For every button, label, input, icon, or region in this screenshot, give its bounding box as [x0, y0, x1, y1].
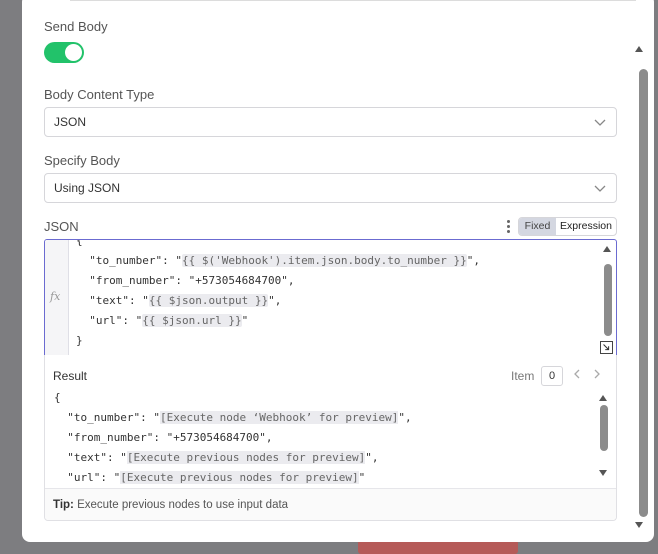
- result-line: "url": "[Execute previous nodes for prev…: [54, 471, 366, 484]
- result-title: Result: [53, 369, 88, 383]
- result-code: { "to_number": "[Execute node ‘Webhook’ …: [45, 391, 616, 487]
- code-line: "url": "{{ $json.url }}": [76, 314, 249, 327]
- code-line: {: [76, 239, 83, 247]
- preview-placeholder: [Execute previous nodes for preview]: [120, 471, 359, 484]
- tip-bar: Tip: Execute previous nodes to use input…: [45, 488, 616, 520]
- code-line: }: [76, 334, 83, 347]
- fx-icon: fx: [50, 290, 61, 303]
- scroll-thumb[interactable]: [604, 264, 612, 336]
- preview-placeholder: [Execute node ‘Webhook’ for preview]: [159, 411, 399, 424]
- body-content-type-label: Body Content Type: [44, 87, 155, 102]
- body-content-type-value: JSON: [54, 115, 87, 129]
- fixed-mode-button[interactable]: Fixed: [519, 218, 556, 235]
- mode-switch: Fixed Expression: [518, 217, 617, 236]
- scroll-down-icon[interactable]: [599, 470, 607, 476]
- result-line: {: [54, 391, 61, 404]
- result-line: "from_number": "+573054684700",: [54, 431, 273, 444]
- tip-text: Tip: Execute previous nodes to use input…: [53, 499, 289, 511]
- expression-token: {{ $json.url }}: [142, 314, 242, 327]
- expression-token: {{ $json.output }}: [148, 294, 269, 307]
- scroll-thumb[interactable]: [600, 405, 608, 451]
- code-line: "from_number": "+573054684700",: [76, 274, 295, 287]
- json-label: JSON: [44, 219, 79, 234]
- parameter-panel: Send Body Body Content Type JSON Specify…: [22, 0, 654, 542]
- item-index-input[interactable]: 0: [541, 366, 563, 386]
- body-content-type-select[interactable]: JSON: [44, 107, 617, 137]
- code-line: "text": "{{ $json.output }}",: [76, 294, 282, 307]
- send-body-toggle[interactable]: [44, 42, 84, 63]
- result-preview: Result Item 0 { "to_number": "[Execute n…: [44, 355, 617, 521]
- specify-body-value: Using JSON: [54, 181, 121, 195]
- vertical-dots-icon[interactable]: [505, 220, 513, 234]
- chevron-left-icon[interactable]: [571, 367, 583, 381]
- toggle-knob: [65, 44, 82, 61]
- item-label: Item: [511, 369, 535, 383]
- scroll-up-icon[interactable]: [603, 246, 611, 252]
- chevron-right-icon[interactable]: [591, 367, 603, 381]
- editor-gutter: fx: [45, 240, 69, 356]
- specify-body-label: Specify Body: [44, 153, 120, 168]
- chevron-down-icon: [594, 119, 606, 126]
- expression-mode-button[interactable]: Expression: [556, 218, 616, 235]
- result-line: "to_number": "[Execute node ‘Webhook’ fo…: [54, 411, 412, 424]
- specify-body-select[interactable]: Using JSON: [44, 173, 617, 203]
- scroll-up-icon[interactable]: [599, 395, 607, 401]
- divider: [70, 0, 636, 1]
- scroll-up-icon[interactable]: [635, 46, 643, 52]
- expand-icon[interactable]: [600, 341, 613, 354]
- result-line: "text": "[Execute previous nodes for pre…: [54, 451, 379, 464]
- chevron-down-icon: [594, 185, 606, 192]
- expression-token: {{ $('Webhook').item.json.body.to_number…: [181, 254, 467, 267]
- scroll-thumb[interactable]: [639, 69, 648, 517]
- preview-placeholder: [Execute previous nodes for preview]: [126, 451, 366, 464]
- scroll-down-icon[interactable]: [635, 522, 643, 528]
- json-expression-editor[interactable]: fx { "to_number": "{{ $('Webhook').item.…: [44, 239, 617, 357]
- send-body-label: Send Body: [44, 19, 108, 34]
- code-line: "to_number": "{{ $('Webhook').item.json.…: [76, 254, 480, 267]
